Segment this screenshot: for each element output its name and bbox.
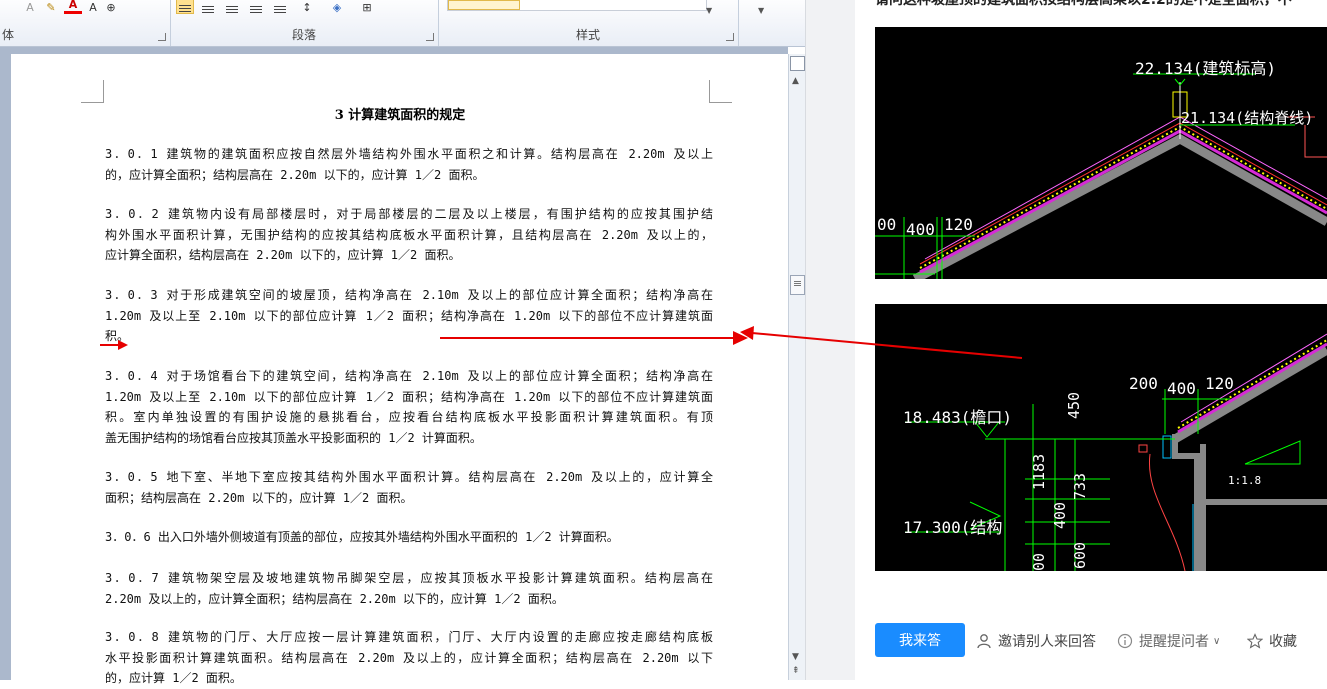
slope-label: 1:1.8	[1228, 474, 1262, 487]
styles-dialog-launcher-icon[interactable]	[726, 33, 734, 41]
dim-120-label: 120	[944, 215, 973, 234]
window-gap	[805, 0, 856, 680]
highlight-icon[interactable]: ✎	[42, 0, 60, 14]
dim-00-label: 00	[1030, 552, 1048, 571]
scroll-up-icon[interactable]: ▲	[792, 76, 799, 86]
remind-action[interactable]: 提醒提问者 ∨	[1117, 631, 1220, 651]
font-group: A ✎ A A ⊕ 体	[0, 0, 171, 46]
star-icon	[1247, 633, 1263, 649]
dim-200-label: 200	[1129, 374, 1158, 393]
info-icon	[1117, 633, 1133, 649]
paragraph-line: 3．0．6 出入口外墙外侧坡道有顶盖的部位，应按其外墙结构外围水平面积的 1／2…	[105, 530, 619, 544]
collect-label: 收藏	[1269, 634, 1297, 650]
font-dialog-launcher-icon[interactable]	[158, 33, 166, 41]
paragraph-line: 3．0．1 建筑物的建筑面积应按自然层外墙结构外围水平面积之和计算。结构层高在 …	[105, 147, 713, 161]
paragraph-line: 3．0．3 对于形成建筑空间的坡屋顶，结构净高在 2.10m 及以上的部位应计算…	[105, 288, 713, 302]
dim-00-label: 00	[877, 215, 897, 234]
paragraph-group: ↕ ◈ ⊞ 段落	[170, 0, 439, 46]
crop-mark-top-left	[81, 80, 104, 103]
clause-paragraph: 3．0．2 建筑物内设有局部楼层时，对于局部楼层的二层及以上楼层，有围护结构的应…	[105, 204, 713, 266]
word-ribbon: A ✎ A A ⊕ 体 ↕ ◈ ⊞ 段落 样式 ▼ ▼	[0, 0, 805, 47]
borders-icon[interactable]: ⊞	[354, 0, 380, 14]
paragraph-line: 2.20m 及以上的，应计算全面积；结构层高在 2.20m 以下的，应计算 1／…	[105, 591, 564, 606]
font-color-icon[interactable]: A	[64, 0, 82, 14]
selected-style[interactable]	[448, 0, 520, 10]
align-right-icon[interactable]	[222, 0, 242, 14]
paragraph-line: 水平投影面积计算建筑面积。结构层高在 2.20m 及以上的，应计算全面积；结构层…	[105, 650, 713, 665]
dim-120-label: 120	[1205, 374, 1234, 393]
user-icon	[977, 634, 991, 649]
clause-paragraph: 3．0．6 出入口外墙外侧坡道有顶盖的部位，应按其外墙结构外围水平面积的 1／2…	[105, 527, 713, 548]
clause-paragraph: 3．0．7 建筑物架空层及坡地建筑物吊脚架空层，应按其顶板水平投影计算建筑面积。…	[105, 568, 713, 609]
invite-action[interactable]: 邀请别人来回答	[976, 631, 1096, 651]
paragraph-line: 积。室内单独设置的有围护设施的悬挑看台，应按看台结构底板水平投影面积计算建筑面积…	[105, 410, 713, 424]
paragraph-line: 3．0．8 建筑物的门厅、大厅应按一层计算建筑面积，门厅、大厅内设置的走廊应按走…	[105, 630, 713, 644]
font-buttons: A ✎ A A ⊕	[22, 0, 118, 14]
paragraph-line: 的，应计算 1／2 面积。	[105, 671, 242, 685]
dim-400v-label: 400	[1051, 501, 1069, 529]
paragraph-dialog-launcher-icon[interactable]	[426, 33, 434, 41]
ridge-label: 21.134(结构脊线)	[1181, 109, 1314, 127]
clause-paragraph: 3．0．8 建筑物的门厅、大厅应按一层计算建筑面积，门厅、大厅内设置的走廊应按走…	[105, 627, 713, 689]
dim-733-label: 733	[1071, 472, 1089, 500]
eave-label: 18.483(檐口)	[903, 408, 1013, 427]
paragraph-line: 的，应计算全面积；结构层高在 2.20m 以下的，应计算 1／2 面积。	[105, 167, 485, 182]
clause-paragraph: 3．0．3 对于形成建筑空间的坡屋顶，结构净高在 2.10m 及以上的部位应计算…	[105, 285, 713, 347]
dim-1183-label: 1183	[1030, 453, 1048, 490]
question-text: 请问这种坡屋顶的建筑面积按结构层高乘以2.2的是不是全面积，不	[875, 0, 1292, 8]
dim-400-label: 400	[906, 220, 935, 239]
document-title: 3 计算建筑面积的规定	[334, 108, 466, 123]
answer-button[interactable]: 我来答	[875, 623, 965, 657]
char-shading-icon[interactable]: A	[86, 0, 100, 14]
paragraph-line: 积。	[105, 329, 130, 343]
crop-mark-top-right	[709, 80, 732, 103]
shading-icon[interactable]: ◈	[324, 0, 350, 14]
paragraph-line: 3．0．5 地下室、半地下室应按其结构外围水平面积计算。结构层高在 2.20m …	[105, 470, 713, 484]
styles-more-icon[interactable]: ▼	[706, 6, 712, 15]
styles-gallery[interactable]	[447, 0, 707, 11]
collect-action[interactable]: 收藏	[1247, 631, 1297, 651]
document-page[interactable]: 3 计算建筑面积的规定 3．0．1 建筑物的建筑面积应按自然层外墙结构外围水平面…	[11, 54, 788, 685]
change-styles-icon[interactable]: ▼	[758, 6, 764, 15]
paragraph-line: 3．0．2 建筑物内设有局部楼层时，对于局部楼层的二层及以上楼层，有围护结构的应…	[105, 207, 713, 221]
dim-400-label: 400	[1167, 379, 1196, 398]
scroll-thumb[interactable]	[790, 275, 805, 295]
align-center-icon[interactable]	[198, 0, 218, 14]
paragraph-line: 3．0．4 对于场馆看台下的建筑空间，结构净高在 2.10m 及以上的部位应计算…	[105, 369, 713, 383]
font-group-label: 体	[2, 28, 15, 42]
paragraph-line: 构外围水平面积计算，无围护结构的应按其结构底板水平面积计算，且结构层高在 2.2…	[105, 227, 713, 242]
styles-group-label: 样式	[575, 28, 600, 42]
vertical-scrollbar[interactable]: ▲ ▼ ⇞	[788, 54, 806, 680]
clause-paragraph: 3．0．1 建筑物的建筑面积应按自然层外墙结构外围水平面积之和计算。结构层高在 …	[105, 144, 713, 185]
remind-label: 提醒提问者	[1139, 634, 1209, 650]
clause-paragraph: 3．0．4 对于场馆看台下的建筑空间，结构净高在 2.10m 及以上的部位应计算…	[105, 366, 713, 448]
enclose-char-icon[interactable]: ⊕	[104, 0, 118, 14]
distributed-icon[interactable]	[270, 0, 290, 14]
elevation-label: 22.134(建筑标高)	[1135, 59, 1277, 78]
chevron-down-icon: ∨	[1213, 635, 1221, 647]
paragraph-line: 盖无围护结构的场馆看台应按其顶盖水平投影面积的 1／2 计算面积。	[105, 430, 482, 445]
clause-paragraph: 3．0．5 地下室、半地下室应按其结构外围水平面积计算。结构层高在 2.20m …	[105, 467, 713, 508]
scroll-down-icon[interactable]: ▼	[792, 652, 799, 662]
dim-450-label: 450	[1065, 391, 1083, 419]
cad-image-eave[interactable]: 200 400 120 18.483(檐口) 17.300(结构 450 118…	[875, 304, 1327, 571]
cad-image-roof-ridge[interactable]: 22.134(建筑标高) 21.134(结构脊线) 00 400 120	[875, 27, 1327, 279]
paragraph-group-label: 段落	[291, 28, 316, 42]
struct-label: 17.300(结构	[903, 518, 1003, 537]
paragraph-line: 1.20m 及以上至 2.10m 以下的部位应计算 1／2 面积；结构净高在 1…	[105, 389, 713, 404]
paragraph-line: 1.20m 及以上至 2.10m 以下的部位应计算 1／2 面积；结构净高在 1…	[105, 308, 713, 323]
paragraph-line: 应计算全面积，结构层高在 2.20m 以下的，应计算 1／2 面积。	[105, 248, 461, 262]
dim-600-label: 600	[1071, 541, 1089, 569]
paragraph-line: 面积；结构层高在 2.20m 以下的，应计算 1／2 面积。	[105, 490, 413, 505]
font-size-shrink-icon[interactable]: A	[22, 0, 38, 14]
justify-icon[interactable]	[246, 0, 266, 14]
view-ruler-icon[interactable]	[790, 56, 805, 71]
invite-label: 邀请别人来回答	[998, 634, 1096, 650]
prev-page-icon[interactable]: ⇞	[792, 666, 800, 676]
line-spacing-icon[interactable]: ↕	[294, 0, 320, 14]
paragraph-buttons: ↕ ◈ ⊞	[176, 0, 380, 14]
align-left-button[interactable]	[176, 0, 194, 14]
paragraph-line: 3．0．7 建筑物架空层及坡地建筑物吊脚架空层，应按其顶板水平投影计算建筑面积。…	[105, 571, 713, 585]
